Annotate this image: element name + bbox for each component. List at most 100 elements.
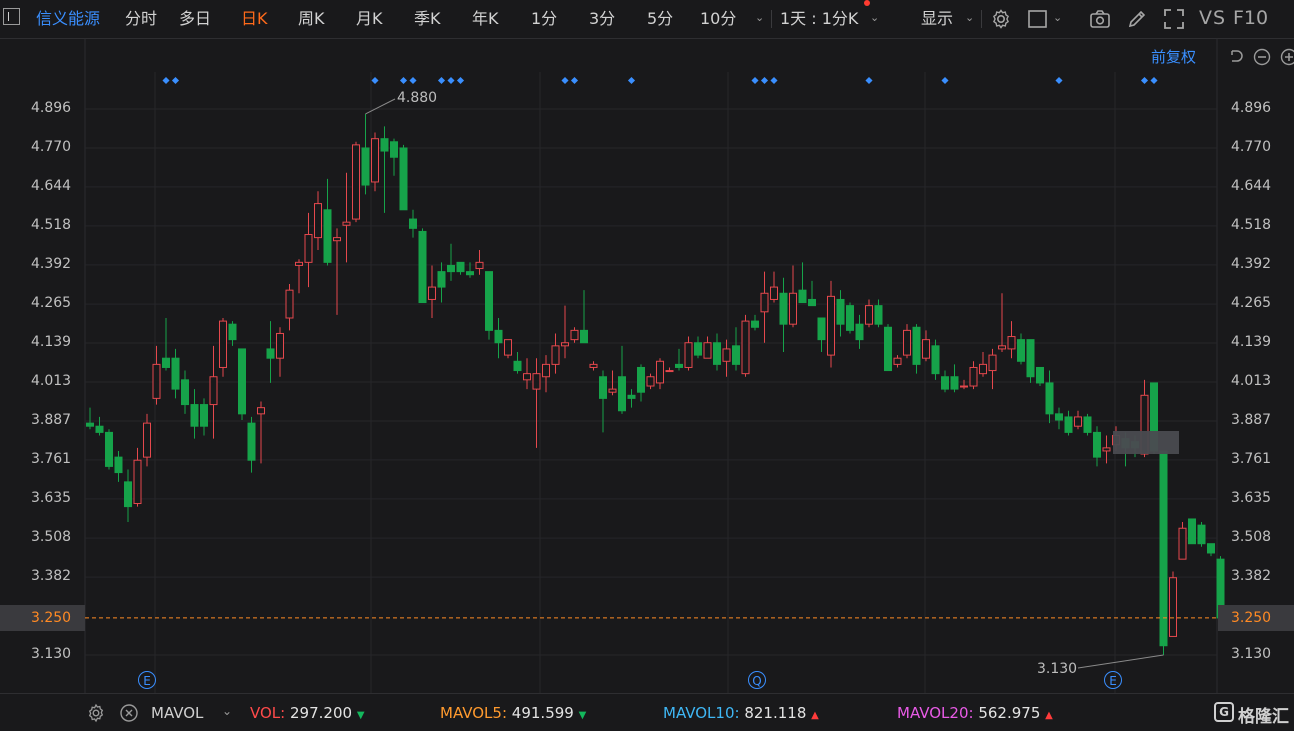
candle-body xyxy=(163,358,170,367)
candle-body xyxy=(495,330,502,342)
event-diamond-icon xyxy=(162,77,169,84)
candle-body xyxy=(1103,448,1110,451)
candle-body xyxy=(961,386,968,387)
candle-body xyxy=(543,364,550,376)
price-tick-label: 3.887 xyxy=(31,412,111,428)
candle-body xyxy=(609,389,616,392)
gear-icon[interactable] xyxy=(86,703,106,723)
high-leader-line xyxy=(366,99,396,114)
candle-body xyxy=(695,343,702,355)
candle-body xyxy=(419,231,426,302)
current-price-tag-left: 3.250 xyxy=(0,605,85,631)
candle-body xyxy=(894,358,901,364)
candle-body xyxy=(818,318,825,340)
candles xyxy=(87,114,1225,655)
candle-body xyxy=(923,340,930,359)
candle-body xyxy=(353,145,360,219)
low-leader-line xyxy=(1078,655,1164,668)
close-icon[interactable] xyxy=(119,703,139,723)
candle-body xyxy=(239,349,246,414)
candle-body xyxy=(220,321,227,367)
candle-body xyxy=(999,346,1006,349)
price-tick-label: 4.896 xyxy=(1231,100,1294,116)
candle-body xyxy=(619,377,626,411)
candle-body xyxy=(590,364,597,367)
up-arrow-icon: ▲ xyxy=(1045,710,1053,721)
candle-body xyxy=(1084,417,1091,432)
candle-body xyxy=(885,327,892,370)
candle-body xyxy=(115,457,122,472)
price-tick-label: 3.508 xyxy=(1231,529,1294,545)
candle-body xyxy=(229,324,236,339)
candle-body xyxy=(134,460,141,503)
candle-body xyxy=(1037,367,1044,382)
low-price-label: 3.130 xyxy=(1037,661,1077,677)
candle-body xyxy=(1094,432,1101,457)
candle-body xyxy=(562,343,569,346)
indicator-selector[interactable]: MAVOL xyxy=(151,704,203,722)
candle-body xyxy=(970,367,977,386)
candle-body xyxy=(391,142,398,157)
candle-body xyxy=(733,346,740,365)
event-diamond-icon xyxy=(751,77,758,84)
candle-body xyxy=(723,349,730,361)
candle-body xyxy=(837,299,844,324)
event-diamond-icon xyxy=(561,77,568,84)
vol-label: VOL: xyxy=(250,704,285,722)
event-diamond-icon xyxy=(447,77,454,84)
selection-highlight xyxy=(1113,431,1179,454)
candle-body xyxy=(932,346,939,374)
candle-body xyxy=(1189,519,1196,544)
event-diamond-icon xyxy=(457,77,464,84)
earnings-event-icon[interactable]: E xyxy=(138,671,156,689)
candle-body xyxy=(771,287,778,299)
candlestick-chart[interactable] xyxy=(0,0,1294,693)
candle-body xyxy=(296,262,303,265)
candle-body xyxy=(704,343,711,358)
candle-body xyxy=(533,374,540,389)
candle-body xyxy=(1056,414,1063,420)
event-diamond-icon xyxy=(628,77,635,84)
price-tick-label: 4.392 xyxy=(1231,256,1294,272)
vol-value: 297.200 xyxy=(290,704,352,722)
candle-body xyxy=(1018,340,1025,362)
quarterly-event-icon[interactable]: Q xyxy=(748,671,766,689)
price-tick-label: 4.265 xyxy=(31,295,111,311)
price-tick-label: 4.265 xyxy=(1231,295,1294,311)
price-tick-label: 4.644 xyxy=(31,178,111,194)
candle-body xyxy=(856,324,863,339)
event-diamond-icon xyxy=(371,77,378,84)
candle-body xyxy=(1170,578,1177,637)
event-diamond-icon xyxy=(409,77,416,84)
event-diamond-icon xyxy=(770,77,777,84)
candle-body xyxy=(685,343,692,368)
candle-body xyxy=(210,377,217,405)
price-tick-label: 3.635 xyxy=(31,490,111,506)
high-price-label: 4.880 xyxy=(397,90,437,106)
candle-body xyxy=(476,262,483,268)
brand-logo-icon: G xyxy=(1214,702,1234,722)
candle-body xyxy=(277,333,284,358)
candle-body xyxy=(666,371,673,372)
event-diamond-icon xyxy=(941,77,948,84)
candle-body xyxy=(334,238,341,241)
candle-body xyxy=(875,306,882,325)
candle-body xyxy=(904,330,911,355)
event-diamond-icon xyxy=(865,77,872,84)
candle-body xyxy=(1046,383,1053,414)
indicator-chevron-down-icon[interactable]: ⌄ xyxy=(222,704,232,718)
candle-body xyxy=(989,355,996,370)
earnings-event-icon[interactable]: E xyxy=(1104,671,1122,689)
candle-body xyxy=(372,139,379,182)
candle-body xyxy=(457,262,464,271)
event-diamond-icon xyxy=(438,77,445,84)
event-diamond-icon xyxy=(1150,77,1157,84)
candle-body xyxy=(429,287,436,299)
mavol5-label: MAVOL5: xyxy=(440,704,507,722)
price-tick-label: 3.761 xyxy=(31,451,111,467)
candle-body xyxy=(182,380,189,405)
price-tick-label: 4.013 xyxy=(31,373,111,389)
candle-body xyxy=(400,148,407,210)
candle-body xyxy=(153,364,160,398)
candle-body xyxy=(438,272,445,287)
